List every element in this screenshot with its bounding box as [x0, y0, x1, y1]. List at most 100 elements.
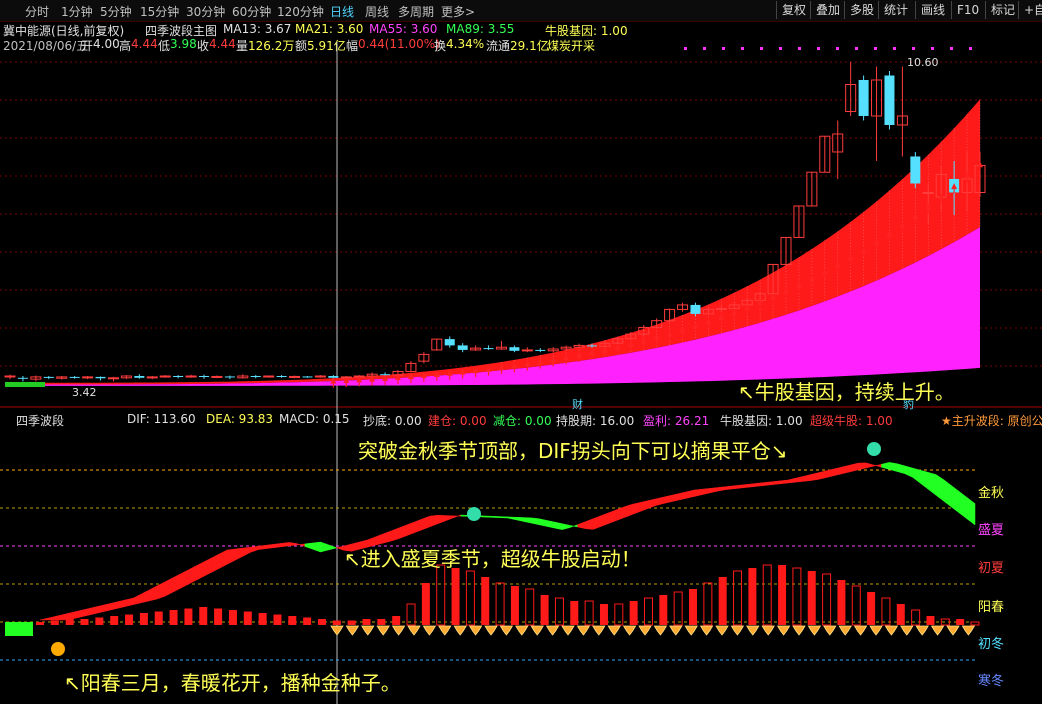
macd-bar: [80, 619, 89, 625]
macd-bar: [510, 586, 519, 625]
signal-dot: [950, 47, 953, 50]
season-ribbon-segment: [94, 605, 103, 615]
season-ribbon-segment: [756, 482, 765, 487]
candle-body: [858, 79, 869, 116]
macd-bar: [421, 583, 430, 625]
candle-body: [289, 375, 301, 378]
candle-body: [17, 377, 28, 379]
diamond-marker: [684, 625, 698, 636]
season-ribbon-segment: [265, 544, 274, 549]
macd-bar: [629, 601, 638, 625]
macd-bar: [288, 616, 297, 625]
season-ribbon-segment: [398, 524, 407, 540]
diamond-marker: [361, 625, 375, 636]
diamond-marker: [730, 625, 745, 636]
candle-body: [302, 376, 313, 378]
macd-bar: [65, 619, 74, 625]
season-ribbon-segment: [312, 541, 321, 553]
season-ribbon-segment: [483, 515, 493, 518]
macd-bar: [154, 611, 163, 625]
diamond-marker: [869, 625, 883, 636]
season-ribbon-segment: [421, 515, 430, 531]
signal-dot: [722, 47, 725, 50]
season-ribbon-segment: [748, 483, 758, 488]
candle-body: [263, 375, 275, 378]
jiancang2-value: 减仓: 0.00: [493, 414, 552, 428]
signal-dot: [874, 47, 877, 50]
season-ribbon-segment: [180, 569, 189, 589]
season-ribbon-segment: [499, 516, 508, 519]
signal-dot: [741, 47, 744, 50]
macd-bar: [214, 608, 223, 625]
macd-bar: [554, 597, 564, 626]
season-ribbon-segment: [616, 506, 625, 521]
candle-body: [587, 345, 597, 347]
candle-body: [509, 347, 520, 351]
season-ribbon-segment: [686, 489, 695, 499]
season-shengxia: 盛夏: [978, 523, 1005, 538]
season-ribbon-segment: [741, 483, 750, 489]
season-ribbon-segment: [764, 481, 773, 486]
diamond-marker: [468, 625, 483, 636]
dea-value: DEA: 93.83: [206, 412, 274, 426]
season-ribbon-segment: [951, 485, 960, 514]
season-ribbon-segment: [273, 543, 282, 548]
sub-indicator-name[interactable]: 四季波段: [16, 412, 64, 429]
candle-body: [159, 375, 171, 378]
macd-bar: [911, 609, 921, 626]
season-ribbon-segment: [577, 521, 586, 529]
season-ribbon-segment: [405, 521, 415, 537]
candle-body: [276, 376, 287, 378]
season-ribbon-segment: [694, 488, 703, 497]
season-ribbon-segment: [429, 514, 438, 528]
season-ribbon-segment: [172, 573, 181, 593]
wave-value: ★主升波段: 原创公: [941, 414, 1042, 428]
macd-bar: [303, 617, 312, 625]
season-ribbon-segment: [670, 493, 680, 503]
season-ribbon-segment: [663, 495, 672, 504]
season-ribbon-segment: [943, 479, 952, 508]
signal-dot: [703, 47, 706, 50]
diamond-marker: [530, 625, 544, 636]
season-ribbon-segment: [779, 479, 789, 485]
breakthrough-annotation: 突破金秋季节顶部，DIF拐头向下可以摘果平仓↘: [358, 439, 788, 463]
candle-body: [690, 304, 701, 314]
season-ribbon-segment: [850, 462, 859, 473]
season-ribbon-segment: [234, 547, 243, 561]
diamond-marker: [669, 625, 683, 636]
signal-dot: [931, 47, 934, 50]
macd-bar: [184, 608, 193, 625]
macd-bar: [199, 607, 208, 625]
season-ribbon-segment: [102, 603, 111, 613]
finance-marker[interactable]: 财: [572, 396, 583, 412]
signal-dot: [969, 47, 972, 50]
season-ribbon-segment: [935, 474, 945, 502]
macd-bar: [481, 577, 490, 625]
sub-gene-value: 牛股基因: 1.00: [720, 414, 803, 428]
season-ribbon-segment: [803, 474, 812, 482]
season-ribbon-segment: [281, 542, 290, 548]
candle-body: [211, 375, 223, 378]
diamond-marker: [638, 625, 652, 636]
gene-annotation: ↖牛股基因，持续上升。: [738, 380, 955, 404]
season-ribbon-segment: [639, 500, 648, 512]
season-ribbon-segment: [218, 549, 228, 569]
season-ribbon-segment: [109, 601, 119, 611]
season-ribbon-segment: [390, 527, 399, 542]
season-ribbon-segment: [842, 464, 851, 474]
signal-dot: [798, 47, 801, 50]
macd-bar: [792, 567, 802, 626]
season-ribbon-segment: [787, 477, 797, 484]
signal-dot: [836, 47, 839, 50]
season-ribbon-segment: [444, 515, 454, 522]
season-ribbon-segment: [811, 472, 820, 481]
season-ribbon-segment: [257, 544, 267, 550]
season-ribbon-segment: [865, 462, 874, 469]
diamond-marker: [900, 625, 914, 636]
signal-dot: [817, 47, 820, 50]
candle-body: [314, 375, 326, 378]
season-ribbon-segment: [857, 462, 867, 471]
macd-bar: [451, 568, 460, 625]
diamond-marker: [823, 625, 837, 636]
price-chart[interactable]: [0, 0, 1042, 704]
